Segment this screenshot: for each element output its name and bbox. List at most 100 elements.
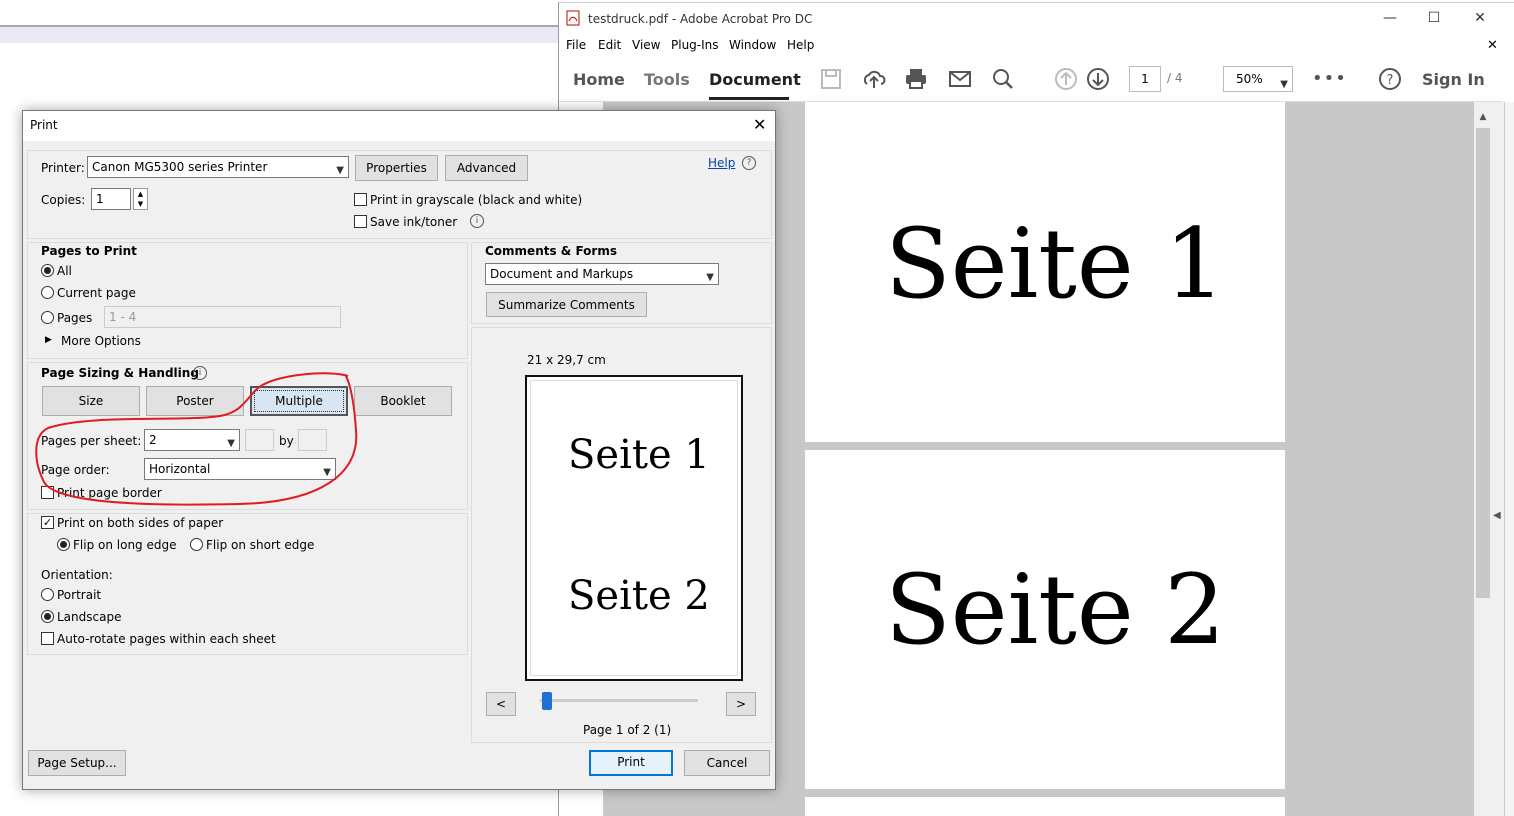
auto-rotate-checkbox[interactable] [41, 632, 54, 645]
comments-forms-select[interactable]: Document and Markups ▼ [485, 263, 719, 285]
pages-to-print-heading: Pages to Print [41, 244, 137, 258]
pdf-file-icon [566, 10, 580, 26]
pdf-page-3 [805, 797, 1285, 816]
menu-file[interactable]: File [566, 38, 586, 52]
help-icon[interactable]: ? [1377, 66, 1403, 92]
current-page-label: Current page [57, 286, 136, 300]
summarize-comments-button[interactable]: Summarize Comments [486, 292, 647, 317]
properties-button[interactable]: Properties [355, 155, 438, 181]
close-document-icon[interactable]: ✕ [1487, 38, 1498, 53]
save-ink-label: Save ink/toner [370, 215, 458, 229]
printer-value: Canon MG5300 series Printer [92, 160, 268, 174]
paper-size-label: 21 x 29,7 cm [527, 353, 606, 367]
flip-short-edge-radio[interactable] [190, 538, 203, 551]
print-icon[interactable] [903, 66, 929, 92]
cancel-button[interactable]: Cancel [684, 750, 770, 776]
acrobat-title: testdruck.pdf - Adobe Acrobat Pro DC [588, 12, 813, 26]
active-tab-indicator [709, 97, 789, 100]
menu-view[interactable]: View [632, 38, 660, 52]
preview-seite-1: Seite 1 [568, 432, 710, 478]
help-info-icon[interactable]: ? [742, 156, 756, 170]
preview-sheet-inner [530, 380, 738, 676]
menu-plugins[interactable]: Plug-Ins [671, 38, 719, 52]
svg-text:?: ? [1387, 73, 1394, 88]
tab-document[interactable]: Document [709, 70, 801, 89]
right-pane-toggle[interactable] [1504, 102, 1514, 816]
save-ink-checkbox[interactable] [354, 215, 367, 228]
copies-stepper[interactable]: ▲ ▼ [133, 188, 148, 210]
background-window-band [0, 27, 560, 43]
tab-tools[interactable]: Tools [644, 70, 690, 89]
all-pages-label: All [57, 264, 72, 278]
page-total: / 4 [1167, 71, 1183, 85]
printer-label: Printer: [41, 161, 85, 175]
tab-home[interactable]: Home [573, 70, 625, 89]
preview-seite-2: Seite 2 [568, 573, 710, 619]
preview-slider-track[interactable] [540, 699, 698, 702]
dialog-close-icon[interactable]: ✕ [753, 115, 766, 134]
printer-select[interactable]: Canon MG5300 series Printer ▼ [87, 156, 349, 178]
flip-short-edge-label: Flip on short edge [206, 538, 315, 552]
copies-input[interactable]: 1 [91, 188, 131, 210]
scrollbar-thumb[interactable] [1476, 128, 1490, 598]
all-pages-radio[interactable] [41, 264, 54, 277]
previous-page-icon[interactable] [1053, 66, 1079, 92]
email-icon[interactable] [947, 66, 973, 92]
pages-range-label: Pages [57, 311, 93, 325]
pages-range-input[interactable]: 1 - 4 [104, 306, 341, 328]
portrait-radio[interactable] [41, 588, 54, 601]
collapse-right-pane-icon[interactable]: ◀ [1493, 510, 1501, 521]
menu-edit[interactable]: Edit [598, 38, 621, 52]
cloud-upload-icon[interactable] [861, 66, 887, 92]
expand-icon[interactable]: ▶ [45, 335, 52, 345]
more-options-toggle[interactable]: More Options [61, 334, 141, 348]
close-window-icon[interactable]: ✕ [1468, 10, 1492, 28]
scroll-up-icon[interactable]: ▲ [1476, 112, 1490, 124]
flip-long-edge-radio[interactable] [57, 538, 70, 551]
copies-label: Copies: [41, 193, 86, 207]
minimize-icon[interactable]: — [1378, 10, 1402, 28]
grayscale-label: Print in grayscale (black and white) [370, 193, 583, 207]
print-button[interactable]: Print [589, 750, 673, 776]
acrobat-toolbar [559, 56, 1503, 102]
page-number-input[interactable]: 1 [1129, 66, 1161, 92]
save-ink-info-icon[interactable]: i [470, 214, 484, 228]
zoom-select[interactable]: 50% ▼ [1223, 66, 1293, 92]
advanced-button[interactable]: Advanced [445, 155, 528, 181]
orientation-label: Orientation: [41, 568, 113, 582]
current-page-radio[interactable] [41, 286, 54, 299]
preview-slider-thumb[interactable] [542, 692, 552, 710]
preview-prev-button[interactable]: < [486, 692, 516, 716]
comments-forms-heading: Comments & Forms [485, 244, 617, 258]
grayscale-checkbox[interactable] [354, 193, 367, 206]
help-link[interactable]: Help [708, 156, 735, 170]
flip-long-edge-label: Flip on long edge [73, 538, 177, 552]
search-icon[interactable] [990, 66, 1016, 92]
chevron-down-icon: ▼ [336, 165, 344, 176]
red-annotation-circle [35, 372, 358, 506]
auto-rotate-label: Auto-rotate pages within each sheet [57, 632, 276, 646]
page-setup-button[interactable]: Page Setup... [28, 750, 126, 776]
chevron-down-icon: ▼ [1280, 79, 1288, 90]
preview-next-button[interactable]: > [726, 692, 756, 716]
chevron-down-icon: ▼ [706, 272, 714, 283]
zoom-value: 50% [1236, 72, 1263, 86]
both-sides-label: Print on both sides of paper [57, 516, 224, 530]
dialog-title: Print [30, 118, 58, 132]
pdf-page-1-text: Seite 1 [885, 208, 1226, 320]
both-sides-checkbox[interactable]: ✓ [41, 516, 54, 529]
menu-window[interactable]: Window [729, 38, 776, 52]
sign-in-link[interactable]: Sign In [1422, 70, 1485, 89]
comments-forms-value: Document and Markups [490, 267, 634, 281]
save-icon[interactable] [818, 66, 844, 92]
landscape-radio[interactable] [41, 610, 54, 623]
preview-page-info: Page 1 of 2 (1) [583, 723, 672, 737]
maximize-icon[interactable]: ☐ [1422, 10, 1446, 28]
pages-range-radio[interactable] [41, 311, 54, 324]
more-tools-icon[interactable]: ••• [1312, 68, 1347, 89]
landscape-label: Landscape [57, 610, 122, 624]
portrait-label: Portrait [57, 588, 102, 602]
next-page-icon[interactable] [1085, 66, 1111, 92]
dialog-title-bar [23, 111, 775, 141]
menu-help[interactable]: Help [787, 38, 814, 52]
